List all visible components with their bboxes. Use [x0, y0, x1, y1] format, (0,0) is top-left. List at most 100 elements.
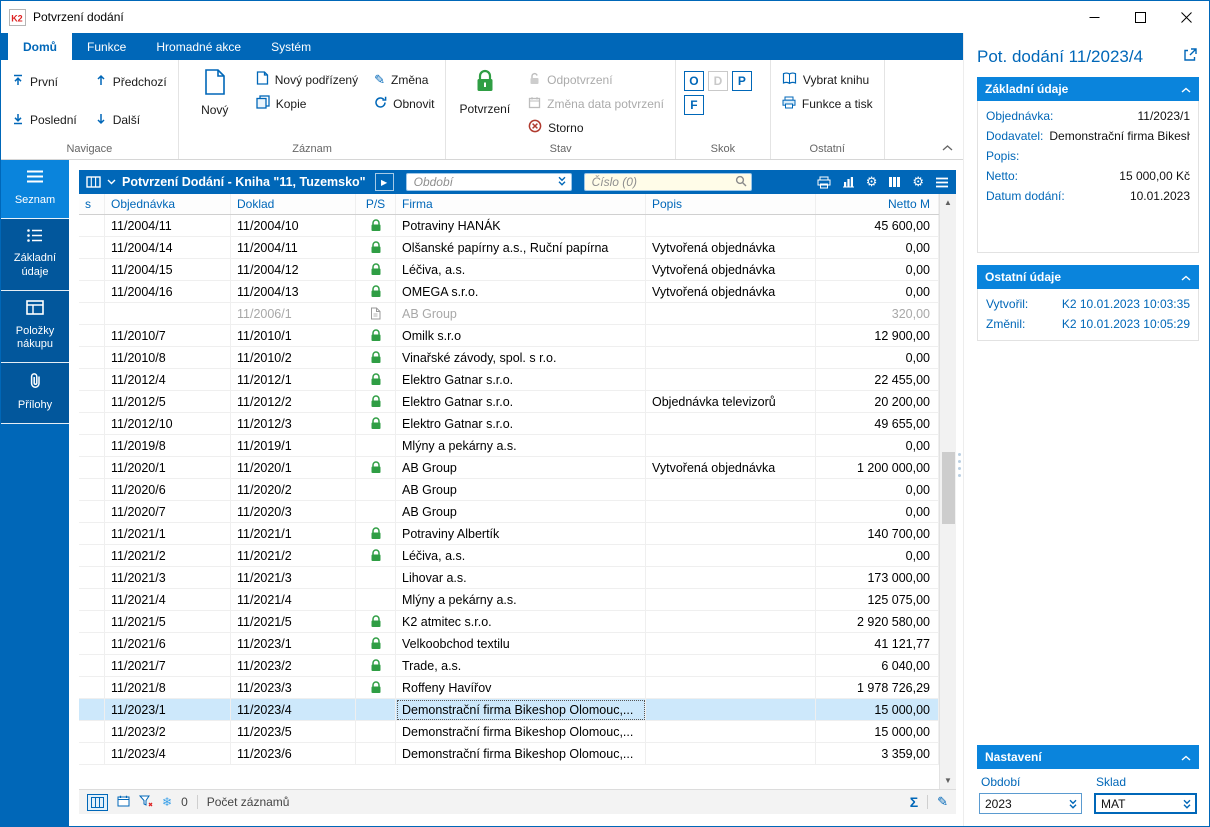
last-button[interactable]: Poslední [9, 110, 80, 131]
search-icon[interactable] [735, 175, 747, 190]
jump-d-button[interactable]: D [707, 71, 728, 91]
ribbon-collapse-button[interactable] [942, 140, 953, 154]
tab-funkce[interactable]: Funkce [72, 33, 141, 60]
table-row[interactable]: 11/2004/15 11/2004/12 Léčiva, a.s. Vytvořen… [79, 259, 939, 281]
column-header-Popis[interactable]: Popis [646, 194, 816, 214]
sklad-combobox[interactable]: MAT [1094, 793, 1197, 814]
run-filter-button[interactable]: ▶ [374, 173, 394, 191]
next-button[interactable]: Další [92, 110, 170, 131]
sidebar-item-položky-nákupu[interactable]: Položky nákupu [1, 290, 69, 363]
table-row[interactable]: 11/2019/8 11/2019/1 Mlýny a pekárny a.s. 0,… [79, 435, 939, 457]
obdobi-combobox[interactable]: 2023 [979, 793, 1082, 814]
dropdown-chevrons-icon[interactable] [1178, 798, 1195, 810]
table-row[interactable]: 11/2020/6 11/2020/2 AB Group 0,00 [79, 479, 939, 501]
table-row[interactable]: 11/2020/7 11/2020/3 AB Group 0,00 [79, 501, 939, 523]
table-row[interactable]: 11/2021/1 11/2021/1 Potraviny Albertík 140 … [79, 523, 939, 545]
snowflake-icon[interactable]: ❄ [162, 795, 172, 809]
table-row[interactable]: 11/2004/11 11/2004/10 Potraviny HANÁK 45 60… [79, 215, 939, 237]
close-button[interactable] [1163, 1, 1209, 33]
cell-popis [646, 215, 816, 237]
table-row[interactable]: 11/2023/4 11/2023/6 Demonstrační firma Bik… [79, 743, 939, 765]
cell-objednavka: 11/2010/7 [105, 325, 231, 347]
change-button[interactable]: ✎ Změna [371, 69, 437, 90]
table-row[interactable]: 11/2021/2 11/2021/2 Léčiva, a.s. 0,00 [79, 545, 939, 567]
column-header-Firma[interactable]: Firma [396, 194, 646, 214]
storno-button[interactable]: Storno [525, 117, 667, 138]
sidebar-item-přílohy[interactable]: Přílohy [1, 363, 69, 424]
chart-icon[interactable] [842, 176, 855, 188]
table-row[interactable]: 11/2010/7 11/2010/1 Omilk s.r.o 12 900,00 [79, 325, 939, 347]
column-header-Netto M[interactable]: Netto M [816, 194, 939, 214]
new-button[interactable]: Nový [187, 63, 243, 121]
open-in-window-icon[interactable] [1183, 47, 1197, 67]
unconfirm-button[interactable]: Odpotvrzení [525, 69, 667, 90]
automation-gears-icon[interactable]: ⚙ [866, 174, 878, 190]
section-header-zakladni[interactable]: Základní údaje [977, 77, 1199, 101]
column-header-Objednávka[interactable]: Objednávka [105, 194, 231, 214]
table-row[interactable]: 11/2004/14 11/2004/11 Olšanské papírny a.s… [79, 237, 939, 259]
dropdown-chevrons-icon[interactable] [1064, 798, 1081, 810]
table-row[interactable]: 11/2020/1 11/2020/1 AB Group Vytvořená obje… [79, 457, 939, 479]
cell-select [79, 655, 105, 677]
minimize-button[interactable] [1071, 1, 1117, 33]
maximize-button[interactable] [1117, 1, 1163, 33]
table-row[interactable]: 11/2023/2 11/2023/5 Demonstrační firma Bik… [79, 721, 939, 743]
confirm-button[interactable]: Potvrzení [454, 63, 515, 120]
cislo-filter-input[interactable] [586, 175, 735, 189]
filter-clear-icon[interactable] [138, 795, 153, 810]
sidebar-item-seznam[interactable]: Seznam [1, 160, 69, 219]
section-header-nastaveni[interactable]: Nastavení [977, 745, 1199, 769]
copy-button[interactable]: Kopie [253, 93, 361, 114]
table-row[interactable]: 11/2021/8 11/2023/3 Roffeny Havířov 1 978 7… [79, 677, 939, 699]
menu-icon[interactable] [935, 177, 949, 188]
select-book-button[interactable]: Vybrat knihu [779, 69, 876, 90]
table-row[interactable]: 11/2010/8 11/2010/2 Vinařské závody, spol.… [79, 347, 939, 369]
column-header-P/S[interactable]: P/S [356, 194, 396, 214]
previous-button[interactable]: Předchozí [92, 71, 170, 92]
edit-icon[interactable]: ✎ [937, 794, 948, 810]
tab-systém[interactable]: Systém [256, 33, 326, 60]
functions-print-button[interactable]: Funkce a tisk [779, 93, 876, 114]
sidebar-item-základní-údaje[interactable]: Základní údaje [1, 218, 69, 291]
first-button[interactable]: První [9, 71, 80, 92]
column-header-s[interactable]: s [79, 194, 105, 214]
cell-popis [646, 633, 816, 655]
settings-gear-icon[interactable]: ⚙ [912, 174, 924, 190]
tab-domů[interactable]: Domů [8, 33, 72, 60]
refresh-button[interactable]: Obnovit [371, 93, 437, 114]
splitter-handle[interactable] [958, 453, 961, 478]
calendar-icon[interactable] [117, 795, 130, 810]
table-row[interactable]: 11/2021/4 11/2021/4 Mlýny a pekárny a.s. 12… [79, 589, 939, 611]
zakladni-fields: Objednávka: 11/2023/1 Dodavatel: Demonstrač… [977, 101, 1199, 253]
jump-f-button[interactable]: F [683, 95, 704, 115]
new-child-button[interactable]: Nový podřízený [253, 69, 361, 90]
grid-book-icon[interactable] [86, 176, 101, 188]
section-header-ostatni[interactable]: Ostatní údaje [977, 265, 1199, 289]
column-header-Doklad[interactable]: Doklad [231, 194, 356, 214]
table-row[interactable]: 11/2012/4 11/2012/1 Elektro Gatnar s.r.o. 2… [79, 369, 939, 391]
jump-p-button[interactable]: P [731, 71, 752, 91]
scroll-up-icon[interactable]: ▲ [940, 194, 957, 211]
table-row[interactable]: 11/2006/1 AB Group 320,00 [79, 303, 939, 325]
table-row[interactable]: 11/2012/10 11/2012/3 Elektro Gatnar s.r.o.… [79, 413, 939, 435]
columns-icon[interactable] [888, 176, 901, 188]
tab-hromadné-akce[interactable]: Hromadné akce [141, 33, 256, 60]
table-row[interactable]: 11/2021/5 11/2021/5 K2 atmitec s.r.o. 2 920… [79, 611, 939, 633]
table-row[interactable]: 11/2021/3 11/2021/3 Lihovar a.s. 173 000,00 [79, 567, 939, 589]
table-row[interactable]: 11/2021/7 11/2023/2 Trade, a.s. 6 040,00 [79, 655, 939, 677]
sum-icon[interactable]: Σ [910, 794, 918, 810]
scroll-down-icon[interactable]: ▼ [940, 772, 957, 789]
chevron-down-icon[interactable] [107, 179, 116, 185]
obdobi-filter-input[interactable] [408, 175, 557, 189]
view-columns-toggle[interactable] [87, 793, 108, 811]
table-row[interactable]: 11/2021/6 11/2023/1 Velkoobchod textilu 41 … [79, 633, 939, 655]
print-icon[interactable] [817, 176, 831, 189]
vertical-scrollbar[interactable]: ▲ ▼ [939, 194, 956, 789]
scroll-thumb[interactable] [942, 452, 955, 524]
dropdown-chevrons-icon[interactable] [557, 175, 567, 190]
change-confirm-date-button[interactable]: Změna data potvrzení [525, 93, 667, 114]
table-row[interactable]: 11/2023/1 11/2023/4 Demonstrační firma Bik… [79, 699, 939, 721]
table-row[interactable]: 11/2004/16 11/2004/13 OMEGA s.r.o. Vytvořen… [79, 281, 939, 303]
table-row[interactable]: 11/2012/5 11/2012/2 Elektro Gatnar s.r.o. O… [79, 391, 939, 413]
jump-o-button[interactable]: O [683, 71, 704, 91]
